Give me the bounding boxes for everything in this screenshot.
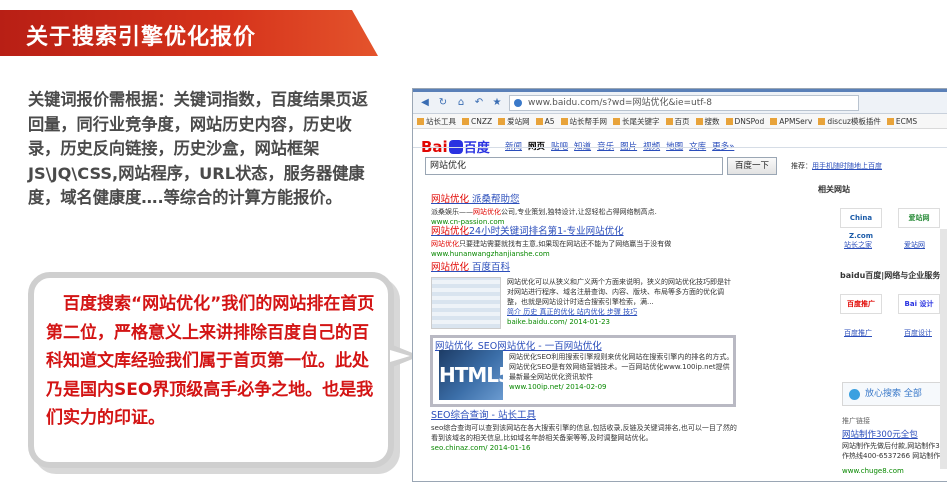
baidu-header: Bai 百度 新闻 网页 贴吧 知道 音乐 图片 视频 地图 文库 更多» 网站优… <box>413 129 947 181</box>
result-baike: 网站优化 百度百科 网站优化可以从狭义和广义两个方面来说明，狭义的网站优化技巧即… <box>431 259 737 339</box>
result-snippet: 网站优化可以从狭义和广义两个方面来说明，狭义的网站优化技巧即是针对网站进行程序、… <box>507 278 731 306</box>
bookmark-icon <box>498 117 506 125</box>
bookmark-item[interactable]: APMServ <box>770 117 812 126</box>
bookmark-item[interactable]: ECMS <box>886 117 917 126</box>
home-icon[interactable]: ⌂ <box>455 97 467 109</box>
bookmark-icon <box>695 117 703 125</box>
result-snippet: 网站优化SEO利用搜索引擎规则来优化网站在搜索引擎内的排名的方式。网站优化SEO… <box>509 353 734 381</box>
result-1: 网站优化 派桑帮助您 派桑娱乐——网站优化公司,专业策划,独特设计,让您轻松占得… <box>431 191 737 226</box>
refresh-icon[interactable]: ↻ <box>437 97 449 109</box>
promo-body: 网站制作先做后付款,网站制作3.制作热线400-6537266 网站制作 <box>842 442 947 460</box>
result-snippet: seo综合查询可以查到该网站在各大搜索引擎的信息,包括收录,反链及关键词排名,也… <box>431 424 737 442</box>
tab-map[interactable]: 地图 <box>666 140 683 152</box>
baidu-design-logo[interactable]: Bai 设计 <box>898 294 940 314</box>
right-sidebar: 相关网站 China Z.com 爱站网 站长之家 爱站网 baidu百度|网络… <box>818 184 947 475</box>
search-input[interactable]: 网站优化 <box>425 157 723 175</box>
bookmark-item[interactable]: 搜数 <box>695 116 720 127</box>
bookmark-icon <box>417 117 424 125</box>
baike-text: 网站优化可以从狭义和广义两个方面来说明，狭义的网站优化技巧即是针对网站进行程序、… <box>507 275 737 326</box>
scrollbar[interactable] <box>940 229 947 469</box>
safe-search-box[interactable]: 放心搜索 全部 <box>842 382 947 406</box>
promo-title[interactable]: 网站制作300元全包 <box>842 428 918 440</box>
browser-navbar: ◀ ↻ ⌂ ↶ ★ www.baidu.com/s?wd=网站优化&ie=utf… <box>413 92 947 114</box>
bookmark-item[interactable]: 百页 <box>665 116 690 127</box>
bookmark-icon <box>818 117 826 125</box>
bookmarks-bar: 站长工具 CNZZ 爱站网 A5 站长帮手网 长尾关键字 百页 搜数 DNSPo… <box>413 114 947 129</box>
bookmark-item[interactable]: 长尾关键字 <box>613 116 660 127</box>
banner-title: 关于搜索引擎优化报价 <box>26 25 257 50</box>
address-bar[interactable]: www.baidu.com/s?wd=网站优化&ie=utf-8 <box>509 94 859 111</box>
bookmark-icon <box>535 117 543 125</box>
aizhan-link[interactable]: 爱站网 <box>904 240 925 250</box>
bookmark-item[interactable]: discuz模板插件 <box>818 116 881 127</box>
bookmark-icon <box>665 117 673 125</box>
mobile-tip-link[interactable]: 用手机随时随地上百度 <box>812 162 882 170</box>
result-url: www.hunanwangzhanjianshe.com <box>431 250 550 258</box>
related-sites-heading: 相关网站 <box>818 185 850 194</box>
undo-icon[interactable]: ↶ <box>473 97 485 109</box>
result-snippet: 网站优化只要建站需要就找有主意,如果现在网站还不能为了网络赢当于没有做 <box>431 240 672 248</box>
result-title[interactable]: SEO综合查询 - 站长工具 <box>431 407 737 421</box>
aizhan-logo[interactable]: 爱站网 <box>898 208 940 228</box>
promo-url: www.chuge8.com <box>842 467 904 475</box>
bookmark-icon <box>770 117 778 125</box>
result-url: www.100ip.net/ 2014-02-09 <box>509 383 607 391</box>
baidu-promo-logo[interactable]: 百度推广 <box>840 294 882 314</box>
chinaz-logo[interactable]: China Z.com <box>840 208 882 240</box>
tab-zhidao[interactable]: 知道 <box>574 140 591 152</box>
bookmark-item[interactable]: A5 <box>535 117 555 126</box>
chinaz-link[interactable]: 站长之家 <box>844 240 872 250</box>
header-divider <box>413 147 947 148</box>
browser-window: ◀ ↻ ⌂ ↶ ★ www.baidu.com/s?wd=网站优化&ie=utf… <box>412 88 947 482</box>
highlighted-result: 网站优化_SEO网站优化 - 一百网站优化 HTML5 网站优化SEO利用搜索引… <box>430 335 736 407</box>
result-title[interactable]: 网站优化 派桑帮助您 <box>431 191 737 205</box>
tab-web[interactable]: 网页 <box>528 140 545 152</box>
result-seo-tools: SEO综合查询 - 站长工具 seo综合查询可以查到该网站在各大搜索引擎的信息,… <box>431 407 737 452</box>
mobile-tip: 推荐：用手机随时随地上百度 <box>791 162 882 170</box>
tab-wenku[interactable]: 文库 <box>689 140 706 152</box>
bookmark-icon <box>725 117 733 125</box>
result-url: baike.baidu.com/ 2014-01-23 <box>507 318 611 326</box>
bookmark-icon <box>462 117 469 125</box>
tab-images[interactable]: 图片 <box>620 140 637 152</box>
bookmark-item[interactable]: 站长工具 <box>417 116 456 127</box>
result-2: 网站优化24小时关键词排名第1-专业网站优化 网站优化只要建站需要就找有主意,如… <box>431 223 737 258</box>
bookmark-icon <box>560 117 568 125</box>
tab-tieba[interactable]: 贴吧 <box>551 140 568 152</box>
tab-more[interactable]: 更多» <box>712 140 734 152</box>
bookmark-item[interactable]: 爱站网 <box>498 116 530 127</box>
result-title[interactable]: 网站优化 百度百科 <box>431 259 737 273</box>
search-tabs: 新闻 网页 贴吧 知道 音乐 图片 视频 地图 文库 更多» <box>505 140 734 152</box>
star-icon[interactable]: ★ <box>491 97 503 109</box>
baike-section-links[interactable]: 简介 历史 真正的优化 站内优化 步骤 技巧 <box>507 307 737 317</box>
bookmark-item[interactable]: CNZZ <box>462 117 492 126</box>
result-title[interactable]: 网站优化24小时关键词排名第1-专业网站优化 <box>431 223 737 237</box>
seo-result-text: 网站优化SEO利用搜索引擎规则来优化网站在搜索引擎内的排名的方式。网站优化SEO… <box>509 350 735 391</box>
tab-video[interactable]: 视频 <box>643 140 660 152</box>
bookmark-icon <box>886 117 894 125</box>
bookmark-item[interactable]: 站长帮手网 <box>560 116 607 127</box>
result-url: seo.chinaz.com/ 2014-01-16 <box>431 444 531 452</box>
result-snippet: 派桑娱乐——网站优化公司,专业策划,独特设计,让您轻松占得网络制高点. <box>431 208 657 216</box>
promo-label: 推广链接 <box>842 417 870 425</box>
tab-news[interactable]: 新闻 <box>505 140 522 152</box>
tab-music[interactable]: 音乐 <box>597 140 614 152</box>
pricing-description: 关键词报价需根据：关键词指数，百度结果页返回量，同行业竞争度，网站历史内容，历史… <box>28 90 368 208</box>
back-icon[interactable]: ◀ <box>419 97 431 109</box>
baidu-promo-link[interactable]: 百度推广 <box>844 328 872 338</box>
bookmark-item[interactable]: DNSPod <box>725 117 764 126</box>
search-button[interactable]: 百度一下 <box>727 157 777 175</box>
baike-thumbnail[interactable] <box>431 277 501 329</box>
baidu-design-link[interactable]: 百度设计 <box>904 328 932 338</box>
callout-text: 百度搜索“网站优化”我们的网站排在首页第二位，严格意义上来讲排除百度自己的百科知… <box>46 294 375 429</box>
bookmark-icon <box>613 117 621 125</box>
baidu-services-heading: baidu百度|网络与企业服务 <box>840 271 941 280</box>
html5-thumbnail[interactable]: HTML5 <box>439 350 512 400</box>
